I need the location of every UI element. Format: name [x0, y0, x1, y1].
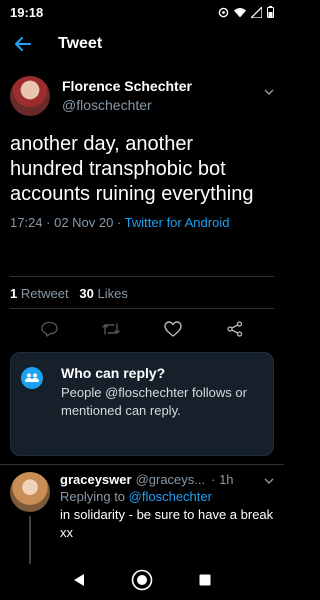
battery-icon [267, 6, 274, 18]
retweets-stat[interactable]: 1 Retweet [10, 286, 69, 301]
retweet-icon [102, 323, 120, 335]
retweets-count: 1 [10, 286, 18, 301]
top-app-bar: Tweet [0, 26, 284, 62]
reply-icon [40, 321, 58, 337]
status-bar: 19:18 [0, 0, 284, 24]
chevron-down-icon [264, 478, 274, 484]
reply-menu-button[interactable] [264, 472, 274, 487]
nav-home-button[interactable] [130, 568, 154, 592]
home-circle-icon [131, 569, 153, 591]
reply-button[interactable] [38, 318, 60, 340]
reply-avatar-column [10, 472, 50, 564]
tweet-text: another day, another hundred transphobic… [10, 133, 254, 205]
replying-to: Replying to @floschechter [60, 489, 274, 504]
who-can-reply-texts: Who can reply? People @floschechter foll… [61, 365, 263, 443]
reply-content: graceyswer @graceys... · 1h Replying to … [60, 472, 274, 564]
retweet-button[interactable] [100, 318, 122, 340]
divider [10, 276, 274, 277]
tweet-timestamp: 17:24 · 02 Nov 20 · [10, 215, 125, 230]
reply-author-handle: @graceys... [135, 472, 206, 487]
people-icon [21, 367, 43, 389]
share-button[interactable] [224, 318, 246, 340]
author-name: Florence Schechter [62, 78, 192, 94]
back-triangle-icon [74, 574, 85, 586]
like-button[interactable] [162, 318, 184, 340]
divider [0, 464, 284, 465]
tweet-author-row: Florence Schechter @floschechter [10, 70, 274, 122]
divider [10, 308, 274, 309]
nav-recents-button[interactable] [193, 568, 217, 592]
reply-time: · 1h [211, 472, 234, 487]
replying-prefix: Replying to [60, 489, 129, 504]
tweet-source-link[interactable]: Twitter for Android [125, 215, 230, 230]
tweet-actions [0, 318, 284, 340]
wifi-icon [234, 7, 246, 17]
reply-header: graceyswer @graceys... · 1h [60, 472, 274, 487]
arrow-left-icon [15, 37, 31, 51]
likes-count: 30 [79, 286, 94, 301]
signal-icon [251, 6, 262, 18]
thread-line [29, 516, 31, 564]
main-tweet: Florence Schechter @floschechter another… [0, 70, 284, 230]
tweet-stats: 1 Retweet 30 Likes [10, 286, 128, 301]
reply-text: in solidarity - be sure to have a break … [60, 507, 274, 540]
status-time: 19:18 [10, 4, 44, 20]
reply-author-name[interactable]: graceyswer [60, 472, 132, 487]
settings-icon [218, 7, 229, 17]
author-avatar[interactable] [10, 76, 50, 116]
author-names[interactable]: Florence Schechter @floschechter [62, 78, 192, 113]
chevron-down-icon [264, 89, 274, 95]
tweet-meta: 17:24 · 02 Nov 20 · Twitter for Android [10, 215, 274, 230]
replying-to-link[interactable]: @floschechter [129, 489, 212, 504]
system-nav-bar [0, 560, 284, 600]
nav-back-button[interactable] [67, 568, 91, 592]
tweet-menu-button[interactable] [264, 82, 274, 100]
recents-square-icon [199, 574, 211, 586]
author-handle: @floschechter [62, 97, 152, 113]
likes-stat[interactable]: 30 Likes [79, 286, 127, 301]
who-can-reply-title: Who can reply? [61, 365, 166, 381]
like-icon [164, 321, 182, 337]
likes-label: Likes [97, 286, 128, 301]
status-icons [218, 6, 274, 18]
retweets-label: Retweet [20, 286, 69, 301]
share-icon [227, 321, 243, 337]
back-button[interactable] [12, 33, 34, 55]
reply-author-avatar[interactable] [10, 472, 50, 512]
who-can-reply-description: People @floschechter follows or mentione… [61, 385, 247, 418]
reply-tweet[interactable]: graceyswer @graceys... · 1h Replying to … [0, 472, 284, 564]
who-can-reply-card: Who can reply? People @floschechter foll… [10, 352, 274, 456]
page-title: Tweet [58, 35, 103, 52]
